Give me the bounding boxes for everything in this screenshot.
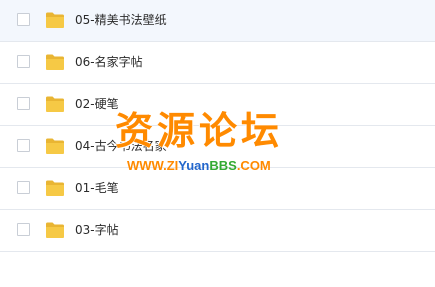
file-name[interactable]: 01-毛笔	[75, 180, 119, 196]
folder-icon	[46, 180, 64, 196]
row-checkbox[interactable]	[17, 55, 30, 68]
file-row[interactable]: 05-精美书法壁纸	[0, 0, 435, 42]
row-checkbox[interactable]	[17, 139, 30, 152]
watermark-url-yuan: Yuan	[178, 158, 210, 173]
watermark-url-bbs: BBS	[209, 158, 237, 173]
watermark-url: WWW.ZIYuanBBS.COM	[127, 158, 271, 174]
row-checkbox[interactable]	[17, 97, 30, 110]
row-checkbox[interactable]	[17, 181, 30, 194]
watermark-title: 资源论坛	[115, 109, 284, 153]
folder-icon	[46, 54, 64, 70]
folder-icon	[46, 12, 64, 28]
file-row[interactable]: 03-字帖	[0, 210, 435, 252]
watermark-url-prefix: WWW.	[127, 158, 167, 173]
row-checkbox[interactable]	[17, 13, 30, 26]
watermark-url-suffix: .COM	[236, 158, 271, 173]
file-name[interactable]: 05-精美书法壁纸	[75, 12, 167, 28]
watermark: 资源论坛 WWW.ZIYuanBBS.COM	[115, 109, 325, 181]
file-name[interactable]: 06-名家字帖	[75, 54, 143, 70]
folder-icon	[46, 222, 64, 238]
file-name[interactable]: 02-硬笔	[75, 96, 119, 112]
folder-icon	[46, 138, 64, 154]
file-name[interactable]: 03-字帖	[75, 222, 119, 238]
file-row[interactable]: 06-名家字帖	[0, 42, 435, 84]
folder-icon	[46, 96, 64, 112]
watermark-url-zi: ZI	[166, 158, 179, 173]
row-checkbox[interactable]	[17, 223, 30, 236]
